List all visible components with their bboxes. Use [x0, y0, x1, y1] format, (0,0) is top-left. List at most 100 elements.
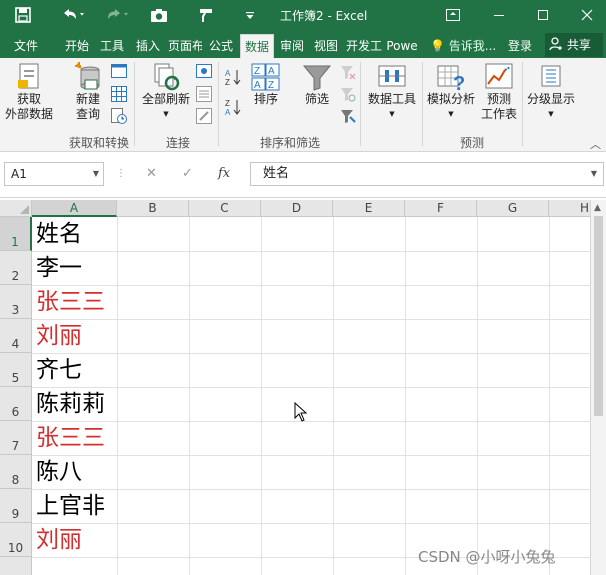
cell-a10[interactable]: 刘丽	[36, 523, 82, 557]
what-if-icon: ?	[437, 65, 465, 92]
gridline	[549, 217, 550, 575]
scroll-thumb[interactable]	[594, 216, 603, 416]
row-header[interactable]: 3	[0, 285, 32, 319]
chevron-down-icon[interactable]: ▼	[93, 163, 99, 185]
from-table-icon[interactable]	[111, 86, 127, 102]
tab-page-layout[interactable]: 页面布	[168, 34, 202, 58]
watermark: CSDN @小呀小兔兔	[418, 548, 556, 566]
advanced-filter-icon[interactable]	[340, 108, 356, 124]
cell-a1[interactable]: 姓名	[36, 217, 82, 251]
customize-qat-icon[interactable]	[242, 5, 258, 25]
vertical-scrollbar[interactable]: ▲	[590, 200, 606, 575]
gridline	[189, 217, 190, 575]
sort-descending-icon[interactable]: ZA	[225, 98, 243, 116]
share-button[interactable]: 共享	[545, 33, 603, 57]
data-tools-button[interactable]: 数据工具 ▼	[364, 62, 420, 122]
name-box[interactable]: A1 ▼	[4, 162, 104, 186]
tab-tools[interactable]: 工具	[97, 34, 127, 58]
filter-label: 筛选	[304, 92, 329, 106]
tab-data[interactable]: 数据	[240, 34, 274, 58]
edit-links-icon[interactable]	[196, 108, 212, 124]
tab-view[interactable]: 视图	[311, 34, 341, 58]
row-header[interactable]: 10	[0, 523, 32, 557]
row-header[interactable]: 6	[0, 387, 32, 421]
row-header[interactable]: 4	[0, 319, 32, 353]
column-header-b[interactable]: B	[117, 200, 189, 217]
insert-function-icon[interactable]: fx	[218, 166, 230, 181]
cell-a6[interactable]: 陈莉莉	[36, 387, 105, 421]
gridline	[32, 353, 606, 354]
new-query-button[interactable]: 新建 查询	[66, 62, 110, 122]
cell-a2[interactable]: 李一	[36, 251, 82, 285]
sort-ascending-icon[interactable]: AZ	[225, 68, 243, 86]
sort-label: 排序	[253, 92, 278, 106]
gridline	[32, 387, 606, 388]
formula-input[interactable]: 姓名 ▼	[250, 162, 604, 186]
outline-label: 分级显示	[526, 92, 575, 106]
camera-icon[interactable]	[148, 5, 170, 25]
tab-file[interactable]: 文件	[6, 34, 46, 58]
tab-insert[interactable]: 插入	[133, 34, 163, 58]
cell-a4[interactable]: 刘丽	[36, 319, 82, 353]
ribbon-display-icon[interactable]	[438, 4, 468, 26]
tab-power[interactable]: Powe	[384, 34, 420, 58]
column-header-f[interactable]: F	[405, 200, 477, 217]
maximize-icon[interactable]	[528, 4, 558, 26]
resize-handle-icon[interactable]: ⋮	[116, 168, 126, 179]
login-link[interactable]: 登录	[508, 34, 532, 58]
row-header[interactable]: 5	[0, 353, 32, 387]
title-bar: 工作簿2 - Excel	[0, 0, 606, 30]
close-icon[interactable]	[572, 4, 602, 26]
column-header-d[interactable]: D	[261, 200, 333, 217]
recent-sources-icon[interactable]	[111, 108, 127, 124]
cell-a8[interactable]: 陈八	[36, 455, 82, 489]
column-header-e[interactable]: E	[333, 200, 405, 217]
cell-a7[interactable]: 张三三	[36, 421, 105, 455]
worksheet-grid[interactable]: A B C D E F G H 1 2 3 4 5 6 7 8 9 10 11 …	[0, 200, 606, 575]
tab-home[interactable]: 开始	[62, 34, 92, 58]
cell-a5[interactable]: 齐七	[36, 353, 82, 387]
filter-button[interactable]: 筛选	[298, 62, 336, 107]
row-header[interactable]: 8	[0, 455, 32, 489]
show-queries-icon[interactable]	[111, 64, 127, 78]
column-header-c[interactable]: C	[189, 200, 261, 217]
collapse-ribbon-icon[interactable]: ︿	[590, 136, 601, 152]
scroll-up-icon[interactable]: ▲	[594, 203, 601, 213]
row-header[interactable]: 1	[0, 217, 32, 251]
sort-button[interactable]: ZAAZ 排序	[248, 62, 284, 107]
what-if-analysis-button[interactable]: ? 模拟分析 ▼	[424, 62, 478, 122]
svg-text:A: A	[254, 80, 261, 91]
column-header-g[interactable]: G	[477, 200, 549, 217]
column-header-a[interactable]: A	[32, 200, 117, 217]
lightbulb-icon: 💡	[430, 39, 445, 53]
name-box-value: A1	[11, 167, 27, 181]
ribbon: 获取 外部数据 新建 查询 获取和转换 全部刷新 ▼ 连接 AZ ZA ZAAZ…	[0, 58, 606, 152]
tell-me-box[interactable]: 💡 告诉我...	[430, 34, 496, 58]
refresh-all-button[interactable]: 全部刷新 ▼	[140, 62, 192, 122]
forecast-line2: 工作表	[480, 107, 517, 121]
format-painter-icon[interactable]	[196, 5, 216, 25]
connections-icon[interactable]	[196, 64, 212, 78]
row-header[interactable]: 11	[0, 557, 32, 575]
tab-review[interactable]: 审阅	[277, 34, 307, 58]
what-if-label: 模拟分析	[426, 92, 475, 106]
minimize-icon[interactable]	[484, 4, 514, 26]
save-icon[interactable]	[12, 5, 34, 25]
cell-a9[interactable]: 上官非	[36, 489, 105, 523]
share-label: 共享	[566, 38, 591, 52]
group-label-sort-filter: 排序和筛选	[259, 136, 320, 150]
get-external-data-button[interactable]: 获取 外部数据	[2, 62, 56, 122]
select-all-button[interactable]	[0, 200, 32, 217]
properties-icon[interactable]	[196, 86, 212, 102]
outline-button[interactable]: 分级显示 ▼	[524, 62, 578, 122]
row-header[interactable]: 7	[0, 421, 32, 455]
forecast-sheet-button[interactable]: 预测 工作表	[478, 62, 520, 122]
row-header[interactable]: 9	[0, 489, 32, 523]
row-header[interactable]: 2	[0, 251, 32, 285]
cell-a3[interactable]: 张三三	[36, 285, 105, 319]
svg-text:Z: Z	[225, 78, 230, 86]
tab-developer[interactable]: 开发工	[346, 34, 382, 58]
tab-formulas[interactable]: 公式	[206, 34, 236, 58]
chevron-down-icon[interactable]: ▼	[591, 163, 597, 185]
undo-icon[interactable]	[58, 5, 88, 25]
